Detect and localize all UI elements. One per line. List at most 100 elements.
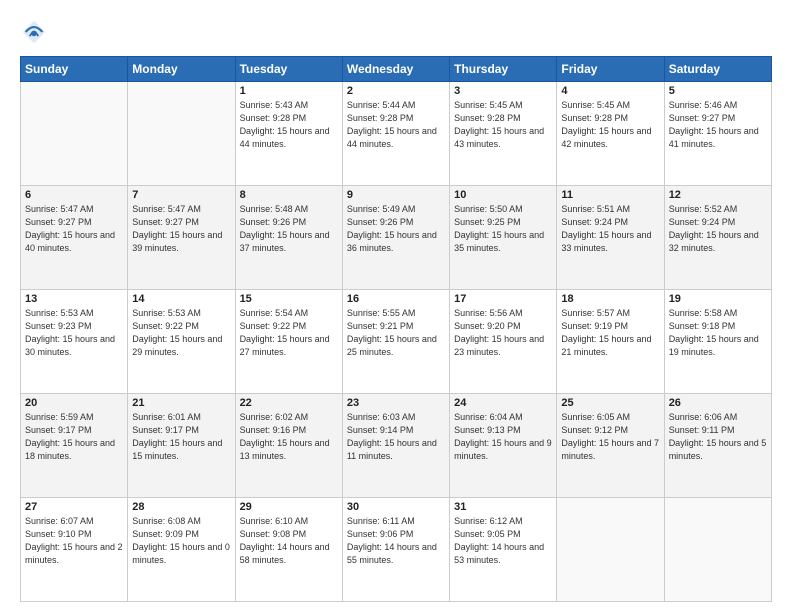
day-info: Sunrise: 6:05 AMSunset: 9:12 PMDaylight:…: [561, 411, 659, 463]
day-info: Sunrise: 5:57 AMSunset: 9:19 PMDaylight:…: [561, 307, 659, 359]
day-number: 12: [669, 189, 767, 201]
day-number: 21: [132, 397, 230, 409]
day-number: 29: [240, 501, 338, 513]
day-info: Sunrise: 6:01 AMSunset: 9:17 PMDaylight:…: [132, 411, 230, 463]
day-info: Sunrise: 6:12 AMSunset: 9:05 PMDaylight:…: [454, 515, 552, 567]
calendar-cell: 13 Sunrise: 5:53 AMSunset: 9:23 PMDayligh…: [21, 290, 128, 394]
day-number: 6: [25, 189, 123, 201]
calendar-cell: 1 Sunrise: 5:43 AMSunset: 9:28 PMDaylight…: [235, 82, 342, 186]
calendar-cell: 18 Sunrise: 5:57 AMSunset: 9:19 PMDayligh…: [557, 290, 664, 394]
day-info: Sunrise: 6:04 AMSunset: 9:13 PMDaylight:…: [454, 411, 552, 463]
week-row-2: 6 Sunrise: 5:47 AMSunset: 9:27 PMDaylight…: [21, 186, 772, 290]
calendar-cell: [557, 498, 664, 602]
calendar-cell: 20Sunrise: 5:59 AMSunset: 9:17 PMDayligh…: [21, 394, 128, 498]
week-row-3: 13 Sunrise: 5:53 AMSunset: 9:23 PMDayligh…: [21, 290, 772, 394]
logo-icon: [20, 18, 48, 46]
day-info: Sunrise: 5:52 AMSunset: 9:24 PMDaylight:…: [669, 203, 767, 255]
day-info: Sunrise: 5:55 AMSunset: 9:21 PMDaylight:…: [347, 307, 445, 359]
week-row-4: 20Sunrise: 5:59 AMSunset: 9:17 PMDayligh…: [21, 394, 772, 498]
day-number: 7: [132, 189, 230, 201]
calendar-cell: 27 Sunrise: 6:07 AMSunset: 9:10 PMDayligh…: [21, 498, 128, 602]
day-info: Sunrise: 5:47 AMSunset: 9:27 PMDaylight:…: [132, 203, 230, 255]
day-info: Sunrise: 6:11 AMSunset: 9:06 PMDaylight:…: [347, 515, 445, 567]
day-number: 17: [454, 293, 552, 305]
day-number: 11: [561, 189, 659, 201]
day-number: 20: [25, 397, 123, 409]
day-number: 4: [561, 85, 659, 97]
day-number: 22: [240, 397, 338, 409]
logo: [20, 18, 52, 46]
day-info: Sunrise: 6:03 AMSunset: 9:14 PMDaylight:…: [347, 411, 445, 463]
day-info: Sunrise: 6:02 AMSunset: 9:16 PMDaylight:…: [240, 411, 338, 463]
day-info: Sunrise: 5:53 AMSunset: 9:23 PMDaylight:…: [25, 307, 123, 359]
day-number: 30: [347, 501, 445, 513]
week-row-1: 1 Sunrise: 5:43 AMSunset: 9:28 PMDaylight…: [21, 82, 772, 186]
weekday-header-monday: Monday: [128, 57, 235, 82]
calendar-cell: 23Sunrise: 6:03 AMSunset: 9:14 PMDayligh…: [342, 394, 449, 498]
day-info: Sunrise: 5:45 AMSunset: 9:28 PMDaylight:…: [454, 99, 552, 151]
day-info: Sunrise: 5:48 AMSunset: 9:26 PMDaylight:…: [240, 203, 338, 255]
calendar-cell: 19Sunrise: 5:58 AMSunset: 9:18 PMDayligh…: [664, 290, 771, 394]
calendar-cell: 15 Sunrise: 5:54 AMSunset: 9:22 PMDayligh…: [235, 290, 342, 394]
calendar-cell: 7 Sunrise: 5:47 AMSunset: 9:27 PMDaylight…: [128, 186, 235, 290]
day-number: 3: [454, 85, 552, 97]
day-info: Sunrise: 5:50 AMSunset: 9:25 PMDaylight:…: [454, 203, 552, 255]
day-info: Sunrise: 5:49 AMSunset: 9:26 PMDaylight:…: [347, 203, 445, 255]
day-number: 13: [25, 293, 123, 305]
calendar-cell: 5Sunrise: 5:46 AMSunset: 9:27 PMDaylight…: [664, 82, 771, 186]
day-info: Sunrise: 6:08 AMSunset: 9:09 PMDaylight:…: [132, 515, 230, 567]
day-number: 14: [132, 293, 230, 305]
day-info: Sunrise: 5:44 AMSunset: 9:28 PMDaylight:…: [347, 99, 445, 151]
day-number: 18: [561, 293, 659, 305]
day-info: Sunrise: 5:56 AMSunset: 9:20 PMDaylight:…: [454, 307, 552, 359]
calendar-cell: 30 Sunrise: 6:11 AMSunset: 9:06 PMDayligh…: [342, 498, 449, 602]
day-info: Sunrise: 6:06 AMSunset: 9:11 PMDaylight:…: [669, 411, 767, 463]
day-number: 15: [240, 293, 338, 305]
calendar-cell: 8 Sunrise: 5:48 AMSunset: 9:26 PMDaylight…: [235, 186, 342, 290]
calendar-cell: 4 Sunrise: 5:45 AMSunset: 9:28 PMDaylight…: [557, 82, 664, 186]
calendar-cell: 9 Sunrise: 5:49 AMSunset: 9:26 PMDaylight…: [342, 186, 449, 290]
day-info: Sunrise: 5:45 AMSunset: 9:28 PMDaylight:…: [561, 99, 659, 151]
calendar-cell: 31Sunrise: 6:12 AMSunset: 9:05 PMDayligh…: [450, 498, 557, 602]
day-info: Sunrise: 5:43 AMSunset: 9:28 PMDaylight:…: [240, 99, 338, 151]
calendar-cell: 6 Sunrise: 5:47 AMSunset: 9:27 PMDaylight…: [21, 186, 128, 290]
day-info: Sunrise: 5:47 AMSunset: 9:27 PMDaylight:…: [25, 203, 123, 255]
calendar-cell: [128, 82, 235, 186]
header: [20, 18, 772, 46]
weekday-header-tuesday: Tuesday: [235, 57, 342, 82]
day-number: 28: [132, 501, 230, 513]
calendar-cell: [664, 498, 771, 602]
day-number: 25: [561, 397, 659, 409]
day-number: 26: [669, 397, 767, 409]
day-number: 9: [347, 189, 445, 201]
day-number: 27: [25, 501, 123, 513]
calendar-cell: 14 Sunrise: 5:53 AMSunset: 9:22 PMDayligh…: [128, 290, 235, 394]
day-number: 16: [347, 293, 445, 305]
day-info: Sunrise: 6:10 AMSunset: 9:08 PMDaylight:…: [240, 515, 338, 567]
calendar-cell: 22 Sunrise: 6:02 AMSunset: 9:16 PMDayligh…: [235, 394, 342, 498]
day-info: Sunrise: 5:51 AMSunset: 9:24 PMDaylight:…: [561, 203, 659, 255]
calendar-cell: 16 Sunrise: 5:55 AMSunset: 9:21 PMDayligh…: [342, 290, 449, 394]
calendar-cell: 29 Sunrise: 6:10 AMSunset: 9:08 PMDayligh…: [235, 498, 342, 602]
day-number: 10: [454, 189, 552, 201]
day-number: 8: [240, 189, 338, 201]
weekday-header-sunday: Sunday: [21, 57, 128, 82]
day-info: Sunrise: 5:53 AMSunset: 9:22 PMDaylight:…: [132, 307, 230, 359]
day-info: Sunrise: 5:54 AMSunset: 9:22 PMDaylight:…: [240, 307, 338, 359]
weekday-header-saturday: Saturday: [664, 57, 771, 82]
calendar-cell: 17 Sunrise: 5:56 AMSunset: 9:20 PMDayligh…: [450, 290, 557, 394]
day-number: 1: [240, 85, 338, 97]
calendar-cell: 11 Sunrise: 5:51 AMSunset: 9:24 PMDayligh…: [557, 186, 664, 290]
weekday-header-friday: Friday: [557, 57, 664, 82]
day-info: Sunrise: 6:07 AMSunset: 9:10 PMDaylight:…: [25, 515, 123, 567]
day-number: 19: [669, 293, 767, 305]
calendar-cell: 21 Sunrise: 6:01 AMSunset: 9:17 PMDayligh…: [128, 394, 235, 498]
calendar-cell: 3 Sunrise: 5:45 AMSunset: 9:28 PMDaylight…: [450, 82, 557, 186]
day-info: Sunrise: 5:46 AMSunset: 9:27 PMDaylight:…: [669, 99, 767, 151]
calendar-cell: 12 Sunrise: 5:52 AMSunset: 9:24 PMDayligh…: [664, 186, 771, 290]
calendar-cell: 28 Sunrise: 6:08 AMSunset: 9:09 PMDayligh…: [128, 498, 235, 602]
week-row-5: 27 Sunrise: 6:07 AMSunset: 9:10 PMDayligh…: [21, 498, 772, 602]
calendar-cell: 26 Sunrise: 6:06 AMSunset: 9:11 PMDayligh…: [664, 394, 771, 498]
calendar-cell: 24Sunrise: 6:04 AMSunset: 9:13 PMDayligh…: [450, 394, 557, 498]
weekday-header-row: SundayMondayTuesdayWednesdayThursdayFrid…: [21, 57, 772, 82]
